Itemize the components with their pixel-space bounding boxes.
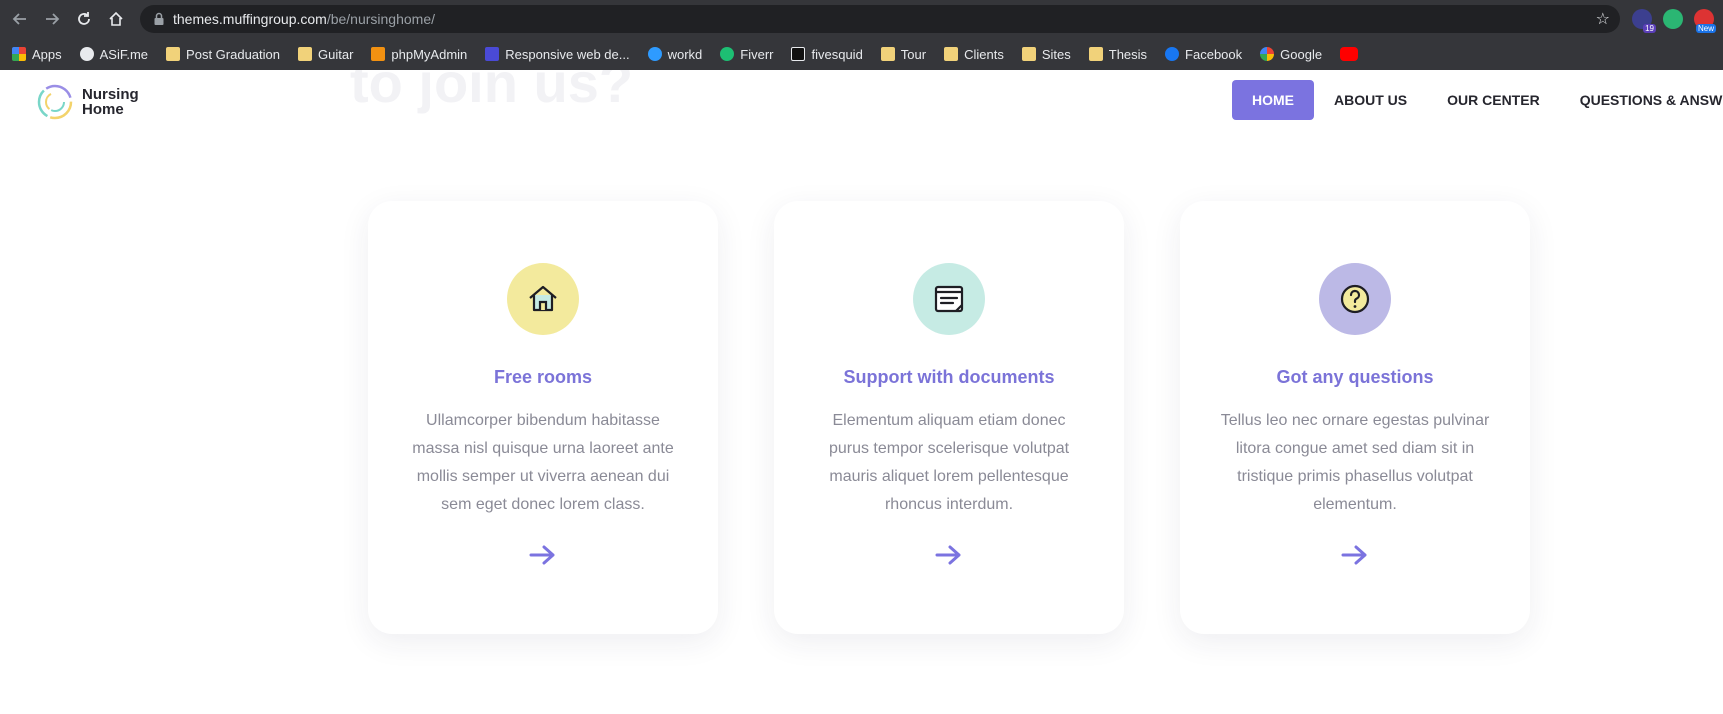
folder-icon	[1088, 47, 1103, 61]
bookmark-item[interactable]: Apps	[12, 47, 62, 62]
url-text: themes.muffingroup.com/be/nursinghome/	[173, 11, 436, 27]
bookmark-item[interactable]: Sites	[1021, 46, 1071, 62]
facebook-icon	[1165, 47, 1180, 61]
extension-sync-icon[interactable]	[1663, 9, 1683, 29]
google-icon	[1260, 47, 1275, 61]
home-icon[interactable]	[106, 9, 126, 29]
bookmark-item[interactable]: Clients	[944, 47, 1004, 62]
bookmark-label: Clients	[964, 46, 1004, 62]
nav-home[interactable]: HOME	[1232, 80, 1314, 120]
extension-badge: 19	[1643, 24, 1656, 33]
back-icon[interactable]	[10, 9, 30, 29]
apps-grid-icon	[12, 47, 26, 61]
card-title: Free rooms	[493, 367, 593, 387]
card-text: Ullamcorper bibendum habitasse massa nis…	[412, 412, 674, 513]
house-icon	[529, 285, 557, 312]
extension-rainbow-icon[interactable]: New	[1694, 9, 1716, 33]
address-bar[interactable]: themes.muffingroup.com/be/nursinghome/ ☆	[140, 5, 1620, 33]
question-icon	[1340, 284, 1370, 314]
bookmarks-bar: Apps ASiF.me Post Graduation Guitar phpMyAdm…	[0, 38, 1723, 70]
document-icon	[934, 285, 964, 313]
folder-icon	[298, 47, 312, 61]
phpmyadmin-icon	[371, 47, 386, 61]
arrow-right-icon[interactable]	[528, 543, 558, 567]
bookmark-item[interactable]: Tour	[880, 46, 927, 62]
arrow-right-icon[interactable]	[934, 543, 964, 567]
bookmark-label: Sites	[1041, 46, 1071, 62]
card-icon-circle	[1319, 263, 1391, 335]
f-icon	[791, 47, 806, 61]
bookmark-label: ASiF.me	[99, 46, 149, 62]
bookmark-star-icon[interactable]: ☆	[1596, 9, 1610, 29]
card-title: Support with documents	[843, 367, 1055, 387]
bookmark-item[interactable]: workd	[647, 46, 703, 62]
folder-icon	[166, 47, 181, 61]
bookmark-item[interactable]: phpMyAdmin	[371, 47, 467, 62]
workd-icon	[647, 47, 662, 61]
bookmark-label: phpMyAdmin	[391, 46, 468, 62]
bookmark-item[interactable]: fivesquid	[791, 46, 863, 62]
arrow-right-icon[interactable]	[1340, 543, 1370, 567]
card-got-questions: Got any questions Tellus leo nec ornare …	[1180, 201, 1530, 634]
folder-icon	[1021, 47, 1036, 61]
youtube-icon	[1340, 47, 1359, 61]
bookmark-item[interactable]: Fiverr	[720, 47, 773, 62]
card-icon-circle	[913, 263, 985, 335]
forward-icon[interactable]	[42, 9, 62, 29]
extension-icon[interactable]: 19	[1632, 9, 1656, 33]
logo-line-1: Nursing	[82, 86, 139, 103]
bookmark-label: Fiverr	[740, 46, 774, 62]
bookmark-item[interactable]: Facebook	[1165, 47, 1242, 62]
bookmark-label: Tour	[900, 46, 927, 62]
folder-icon	[944, 47, 959, 61]
extension-new-badge: New	[1695, 24, 1716, 33]
folder-icon	[880, 47, 895, 61]
globe-icon	[79, 47, 94, 61]
card-text: Tellus leo nec ornare egestas pulvinar l…	[1220, 412, 1490, 513]
bookmark-label: Guitar	[318, 46, 354, 62]
browser-chrome: themes.muffingroup.com/be/nursinghome/ ☆…	[0, 0, 1723, 70]
logo-mark-icon	[37, 84, 73, 120]
logo-line-2: Home	[82, 101, 124, 118]
bookmark-label: Responsive web de...	[505, 46, 630, 62]
feature-cards: Free rooms Ullamcorper bibendum habitass…	[368, 201, 1530, 634]
card-icon-circle	[507, 263, 579, 335]
fiverr-icon	[720, 47, 735, 61]
bookmark-item[interactable]: Guitar	[298, 47, 353, 62]
reload-icon[interactable]	[74, 9, 94, 29]
w-icon	[485, 47, 500, 61]
bookmark-item[interactable]	[1340, 47, 1359, 61]
nav-about-us[interactable]: ABOUT US	[1314, 80, 1427, 120]
nav-questions-answers[interactable]: QUESTIONS & ANSW	[1560, 80, 1723, 120]
bookmark-label: fivesquid	[811, 46, 863, 62]
bookmark-item[interactable]: Thesis	[1088, 46, 1148, 62]
website: to join us? Nursing Home HOME ABOUT US O…	[0, 70, 1723, 714]
lock-icon	[154, 12, 164, 25]
bookmark-item[interactable]: Google	[1260, 47, 1322, 62]
card-text: Elementum aliquam etiam donec purus temp…	[828, 412, 1070, 513]
bookmark-label: Google	[1280, 46, 1323, 62]
card-support-documents: Support with documents Elementum aliquam…	[774, 201, 1124, 634]
card-title: Got any questions	[1276, 367, 1434, 387]
bookmark-item[interactable]: ASiF.me	[79, 46, 149, 62]
logo[interactable]: Nursing Home	[36, 83, 139, 121]
main-nav: HOME ABOUT US OUR CENTER QUESTIONS & ANS…	[1232, 80, 1723, 120]
bookmark-label: Post Graduation	[186, 46, 280, 62]
site-header: Nursing Home HOME ABOUT US OUR CENTER QU…	[0, 70, 1723, 132]
bookmark-label: Apps	[32, 46, 62, 62]
nav-our-center[interactable]: OUR CENTER	[1427, 80, 1560, 120]
address-row: themes.muffingroup.com/be/nursinghome/ ☆…	[0, 0, 1723, 38]
bookmark-item[interactable]: Post Graduation	[166, 47, 280, 62]
logo-text: Nursing Home	[82, 87, 139, 117]
bookmark-item[interactable]: Responsive web de...	[485, 46, 630, 62]
bookmark-label: Facebook	[1185, 46, 1243, 62]
card-free-rooms: Free rooms Ullamcorper bibendum habitass…	[368, 201, 718, 634]
bookmark-label: workd	[667, 46, 703, 62]
bookmark-label: Thesis	[1108, 46, 1148, 62]
